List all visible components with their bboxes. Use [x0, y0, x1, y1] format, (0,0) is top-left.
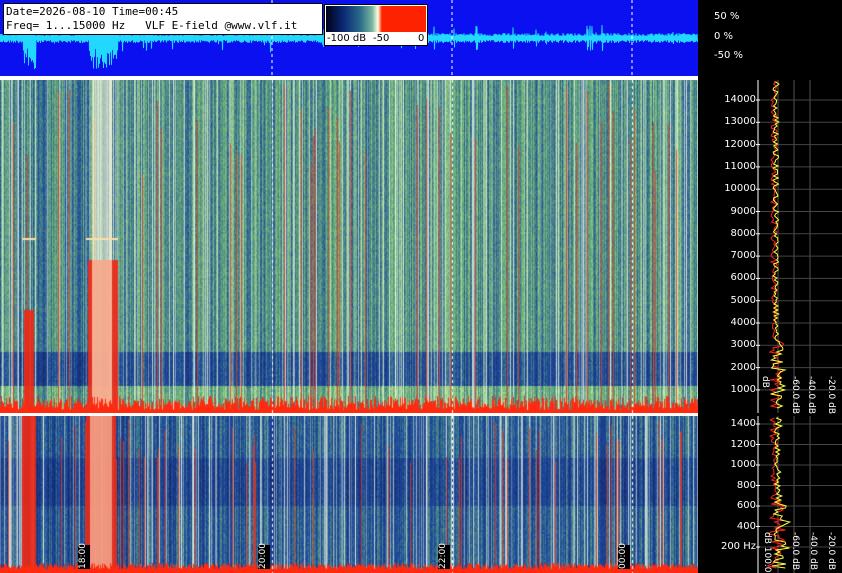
freq-label-main: 5000	[730, 294, 756, 306]
time-label-1800: 18:00	[78, 543, 90, 569]
freq-label-main: 6000	[730, 272, 756, 284]
freq-label-main: 11000	[724, 160, 756, 172]
colorbar-label-mid: -50	[373, 33, 390, 44]
colorbar-gradient	[326, 6, 426, 32]
db-label-main-0: dB	[760, 376, 770, 388]
freq-label-low: 1200	[730, 438, 756, 450]
waveform-axis-label-0: 0 %	[714, 31, 734, 42]
freq-label-low: 1400	[730, 418, 756, 429]
freq-label-low: 400	[736, 520, 756, 532]
colorbar-label-max: 0	[418, 33, 425, 44]
db-label-main-40: -40.0 dB	[806, 376, 816, 415]
freq-label-main: 8000	[730, 227, 756, 239]
db-label-main-20: -20.0 dB	[826, 376, 836, 415]
spectrogram-low-frequency	[0, 416, 698, 573]
freq-label-main: 4000	[730, 317, 756, 328]
date-time-label: Date=2026-08-10 Time=00:45	[6, 5, 179, 18]
freq-label-main: 9000	[730, 205, 756, 217]
time-label-2000: 20:00	[258, 543, 270, 569]
db-label-low-0: dB 100.0	[762, 532, 772, 573]
waveform-axis-label-neg50: -50 %	[714, 50, 744, 61]
freq-label-main: 7000	[730, 250, 756, 262]
freq-label-main: 2000	[730, 361, 756, 373]
freq-label-main: 13000	[724, 116, 756, 128]
db-label-low-40: -40.0 dB	[808, 532, 818, 571]
db-label-main-60: -60.0 dB	[790, 376, 800, 415]
info-box: Date=2026-08-10 Time=00:45 Freq= 1...150…	[3, 3, 323, 35]
frequency-label: Freq= 1...15000 Hz VLF E-field @www.vlf.…	[6, 19, 298, 32]
waveform-axis-label-50: 50 %	[714, 11, 740, 22]
time-label-2200: 22:00	[438, 543, 450, 569]
colorbar-legend: -100 dB -50 0	[324, 4, 428, 46]
freq-label-low: 800	[736, 479, 756, 491]
freq-label-main: 1000	[730, 383, 756, 395]
time-label-0000: 00:00	[618, 543, 630, 569]
freq-label-low: 600	[736, 500, 756, 511]
freq-label-main: 12000	[724, 138, 756, 150]
freq-label-main: 3000	[730, 339, 756, 351]
spectrogram-main	[0, 80, 698, 413]
db-label-low-60: -60.0 dB	[790, 532, 800, 571]
freq-label-low: 200 Hz	[720, 541, 756, 552]
freq-label-main: 10000	[724, 183, 756, 195]
freq-label-low: 1000	[730, 459, 756, 470]
db-label-low-20: -20.0 dB	[826, 532, 836, 571]
colorbar-label-min: -100 dB	[327, 33, 367, 44]
freq-label-main: 14000	[724, 94, 756, 105]
